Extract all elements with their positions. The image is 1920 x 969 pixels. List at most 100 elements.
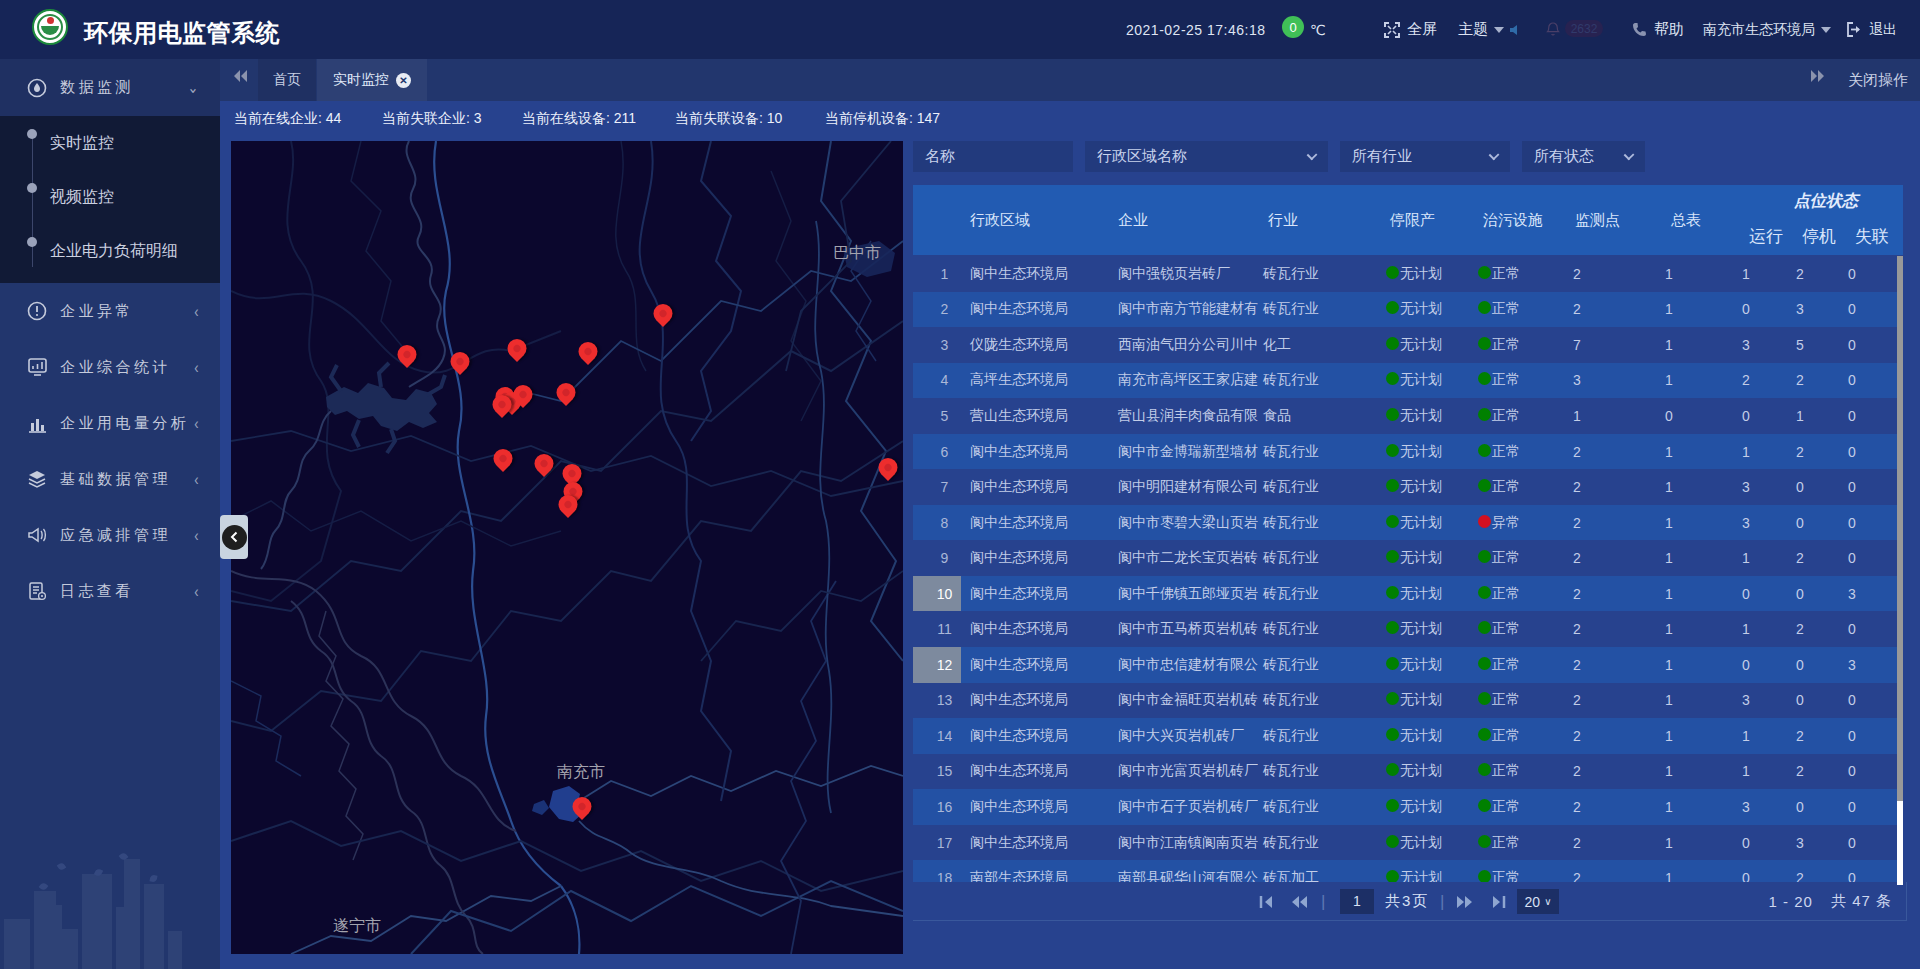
- sidebar-subitem-realtime[interactable]: 实时监控: [0, 116, 220, 170]
- table-row[interactable]: 4高坪生态环境局南充市高坪区王家店建砖瓦行业无计划正常31220: [913, 363, 1903, 399]
- tab-realtime-active[interactable]: 实时监控✕: [317, 59, 427, 101]
- col-header-run[interactable]: 运行: [1736, 225, 1796, 248]
- page-size-select[interactable]: 20∨: [1517, 889, 1559, 914]
- cell-limit: 无计划: [1377, 265, 1469, 283]
- table-row[interactable]: 14阆中生态环境局阆中大兴页岩机砖厂砖瓦行业无计划正常21120: [913, 718, 1903, 754]
- sidebar-subitem-video[interactable]: 视频监控: [0, 170, 220, 224]
- status-dot-icon: [1478, 870, 1491, 882]
- col-header-industry[interactable]: 行业: [1268, 185, 1298, 255]
- fullscreen-button[interactable]: 全屏: [1384, 0, 1437, 59]
- col-header-company[interactable]: 企业: [1118, 185, 1148, 255]
- col-header-lost[interactable]: 失联: [1842, 225, 1902, 248]
- chevron-down-icon: ⌄: [188, 78, 202, 98]
- col-header-limit[interactable]: 停限产: [1390, 185, 1435, 255]
- status-dot-icon: [1478, 550, 1491, 563]
- stat-item: 当前失联企业: 3: [382, 110, 482, 128]
- status-dot-icon: [1478, 301, 1491, 314]
- table-row[interactable]: 15阆中生态环境局阆中市光富页岩机砖厂砖瓦行业无计划正常21120: [913, 754, 1903, 790]
- status-filter-select[interactable]: 所有状态: [1522, 141, 1645, 172]
- table-row[interactable]: 10阆中生态环境局阆中千佛镇五郎垭页岩砖瓦行业无计划正常21003: [913, 576, 1903, 612]
- app-logo-icon: [32, 9, 68, 45]
- sound-icon[interactable]: [1508, 0, 1524, 59]
- cell-region: 营山生态环境局: [961, 407, 1110, 425]
- cell-monitor: 1: [1564, 408, 1656, 424]
- sidebar-subitem-power-detail[interactable]: 企业电力负荷明细: [0, 224, 220, 278]
- table-panel: 名称 行政区域名称 所有行业 所有状态 行政区域 企业 行业 停限产 治污设施 …: [913, 137, 1907, 921]
- table-row[interactable]: 2阆中生态环境局阆中市南方节能建材有砖瓦行业无计划正常21030: [913, 292, 1903, 328]
- sidebar-item-logs[interactable]: 日志查看 ‹: [0, 563, 220, 619]
- table-row[interactable]: 8阆中生态环境局阆中市枣碧大梁山页岩砖瓦行业无计划异常21300: [913, 505, 1903, 541]
- close-operations-button[interactable]: 关闭操作: [1848, 59, 1908, 101]
- tab-close-icon[interactable]: ✕: [396, 73, 411, 88]
- sidebar-item-power-analysis[interactable]: 企业用电量分析 ‹: [0, 395, 220, 451]
- status-dot-icon: [1478, 408, 1491, 421]
- help-button[interactable]: 帮助: [1632, 0, 1684, 59]
- map-panel[interactable]: 巴中市南充市遂宁市: [231, 141, 903, 954]
- page-number-input[interactable]: 1: [1340, 889, 1374, 914]
- tabs-scroll-left-icon[interactable]: [232, 69, 248, 83]
- name-filter-input[interactable]: 名称: [913, 141, 1073, 172]
- bell-icon[interactable]: [1546, 0, 1560, 59]
- cell-facility: 正常: [1469, 300, 1564, 318]
- table-row[interactable]: 17阆中生态环境局阆中市江南镇阆南页岩砖瓦行业无计划正常21030: [913, 825, 1903, 861]
- sidebar-item-base-data[interactable]: 基础数据管理 ‹: [0, 451, 220, 507]
- sidebar-item-data-monitor[interactable]: 数据监测 ⌄: [0, 59, 220, 116]
- table-row[interactable]: 5营山生态环境局营山县润丰肉食品有限食品无计划正常10010: [913, 398, 1903, 434]
- col-header-region[interactable]: 行政区域: [970, 185, 1030, 255]
- cell-facility: 正常: [1469, 371, 1564, 389]
- table-scrollbar-thumb[interactable]: [1897, 256, 1903, 801]
- table-row[interactable]: 6阆中生态环境局阆中市金博瑞新型墙材砖瓦行业无计划正常21120: [913, 434, 1903, 470]
- status-dot-icon: [1478, 763, 1491, 776]
- cell-run: 3: [1719, 515, 1773, 531]
- logout-button[interactable]: 退出: [1846, 0, 1897, 59]
- status-dot-icon: [1478, 728, 1491, 741]
- industry-filter-select[interactable]: 所有行业: [1340, 141, 1510, 172]
- sidebar-item-company-abnormal[interactable]: 企业异常 ‹: [0, 283, 220, 339]
- theme-dropdown[interactable]: 主题: [1458, 0, 1504, 59]
- cell-industry: 砖瓦行业: [1258, 834, 1377, 852]
- cell-lost: 0: [1827, 372, 1877, 388]
- cell-region: 阆中生态环境局: [961, 656, 1110, 674]
- table-row[interactable]: 18南部生态环境局南部县砚华山河有限公砖瓦加工无计划正常21020: [913, 860, 1903, 882]
- cell-lost: 0: [1827, 550, 1877, 566]
- sidebar-collapse-button[interactable]: [220, 515, 248, 559]
- sidebar-item-emergency[interactable]: 应急减排管理 ‹: [0, 507, 220, 563]
- table-row[interactable]: 9阆中生态环境局阆中市二龙长宝页岩砖砖瓦行业无计划正常21120: [913, 540, 1903, 576]
- tab-home[interactable]: 首页: [258, 59, 316, 101]
- col-header-stop[interactable]: 停机: [1789, 225, 1849, 248]
- page-first-icon[interactable]: [1258, 882, 1274, 921]
- sidebar-item-company-stats[interactable]: 企业综合统计 ‹: [0, 339, 220, 395]
- table-row[interactable]: 13阆中生态环境局阆中市金福旺页岩机砖砖瓦行业无计划正常21300: [913, 683, 1903, 719]
- cell-stop: 2: [1773, 372, 1827, 388]
- col-header-monitor[interactable]: 监测点: [1575, 185, 1620, 255]
- table-row[interactable]: 16阆中生态环境局阆中市石子页岩机砖厂砖瓦行业无计划正常21300: [913, 789, 1903, 825]
- table-scrollbar-track[interactable]: [1897, 801, 1903, 885]
- temperature-unit: ℃: [1310, 0, 1326, 59]
- status-dot-icon: [1478, 266, 1491, 279]
- cell-run: 1: [1719, 621, 1773, 637]
- cell-region: 阆中生态环境局: [961, 549, 1110, 567]
- table-row[interactable]: 3仪陇生态环境局西南油气田分公司川中化工无计划正常71350: [913, 327, 1903, 363]
- page-prev-icon[interactable]: [1290, 882, 1308, 921]
- table-row[interactable]: 7阆中生态环境局阆中明阳建材有限公司砖瓦行业无计划正常21300: [913, 469, 1903, 505]
- table-row[interactable]: 1阆中生态环境局阆中强锐页岩砖厂砖瓦行业无计划正常21120: [913, 256, 1903, 292]
- col-header-total[interactable]: 总表: [1671, 185, 1701, 255]
- tab-bar: [220, 59, 1920, 101]
- cell-region: 阆中生态环境局: [961, 798, 1110, 816]
- row-number: 4: [913, 363, 961, 399]
- cell-company: 南部县砚华山河有限公: [1110, 869, 1258, 882]
- org-dropdown[interactable]: 南充市生态环境局: [1703, 0, 1831, 59]
- status-dot-icon: [1386, 301, 1399, 314]
- cell-monitor: 2: [1564, 550, 1656, 566]
- region-filter-select[interactable]: 行政区域名称: [1085, 141, 1328, 172]
- table-header: 行政区域 企业 行业 停限产 治污设施 监测点 总表 点位状态 运行 停机 失联: [913, 185, 1903, 255]
- page-last-icon[interactable]: [1491, 882, 1507, 921]
- status-dot-icon: [1478, 799, 1491, 812]
- table-row[interactable]: 11阆中生态环境局阆中市五马桥页岩机砖砖瓦行业无计划正常21120: [913, 611, 1903, 647]
- tabs-scroll-right-icon[interactable]: [1810, 69, 1826, 83]
- table-row[interactable]: 12阆中生态环境局阆中市忠信建材有限公砖瓦行业无计划正常21003: [913, 647, 1903, 683]
- notification-count-badge[interactable]: 2632: [1565, 20, 1603, 37]
- col-header-facility[interactable]: 治污设施: [1483, 185, 1543, 255]
- cell-region: 南部生态环境局: [961, 869, 1110, 882]
- page-next-icon[interactable]: [1456, 882, 1474, 921]
